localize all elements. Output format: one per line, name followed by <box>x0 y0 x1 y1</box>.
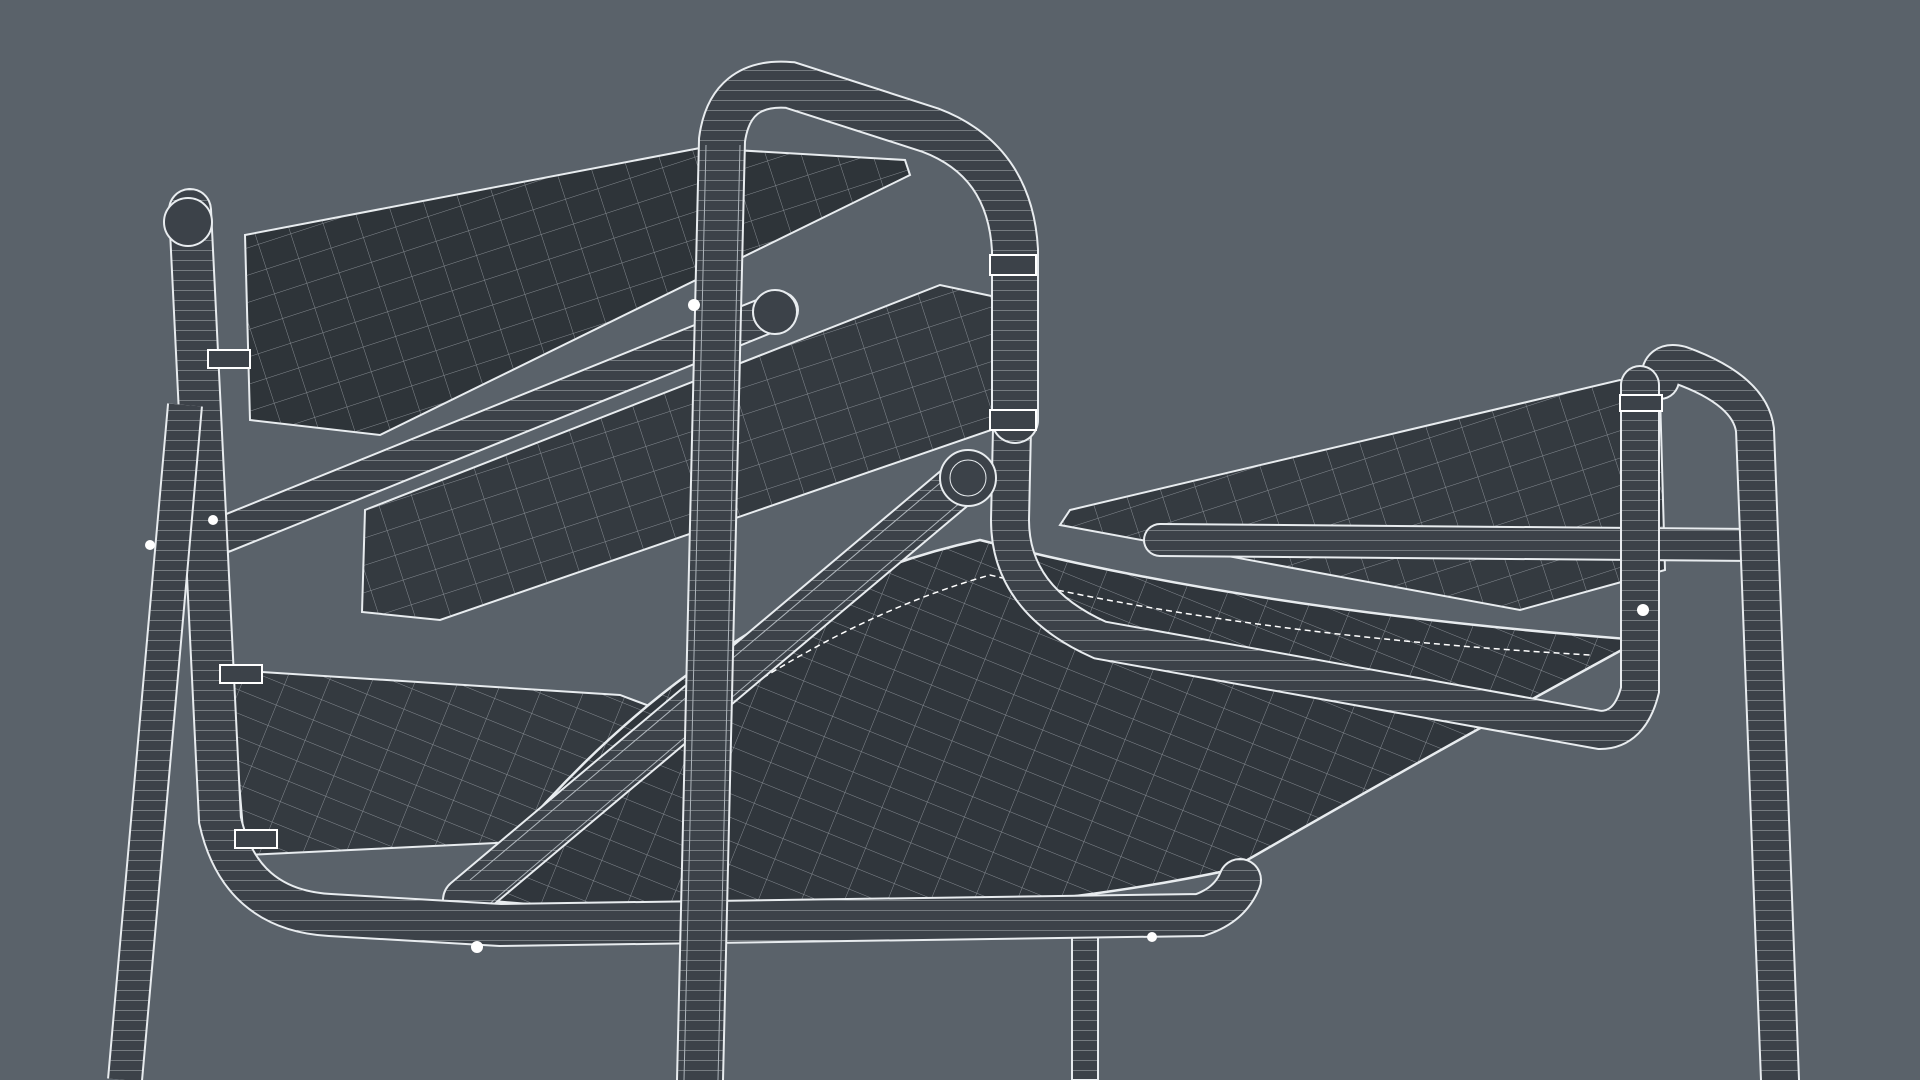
wireframe-chair-render <box>0 0 1920 1080</box>
rail-end-cap <box>939 449 997 507</box>
render-viewport <box>0 0 1920 1080</box>
right-side-rod <box>1143 523 1772 562</box>
